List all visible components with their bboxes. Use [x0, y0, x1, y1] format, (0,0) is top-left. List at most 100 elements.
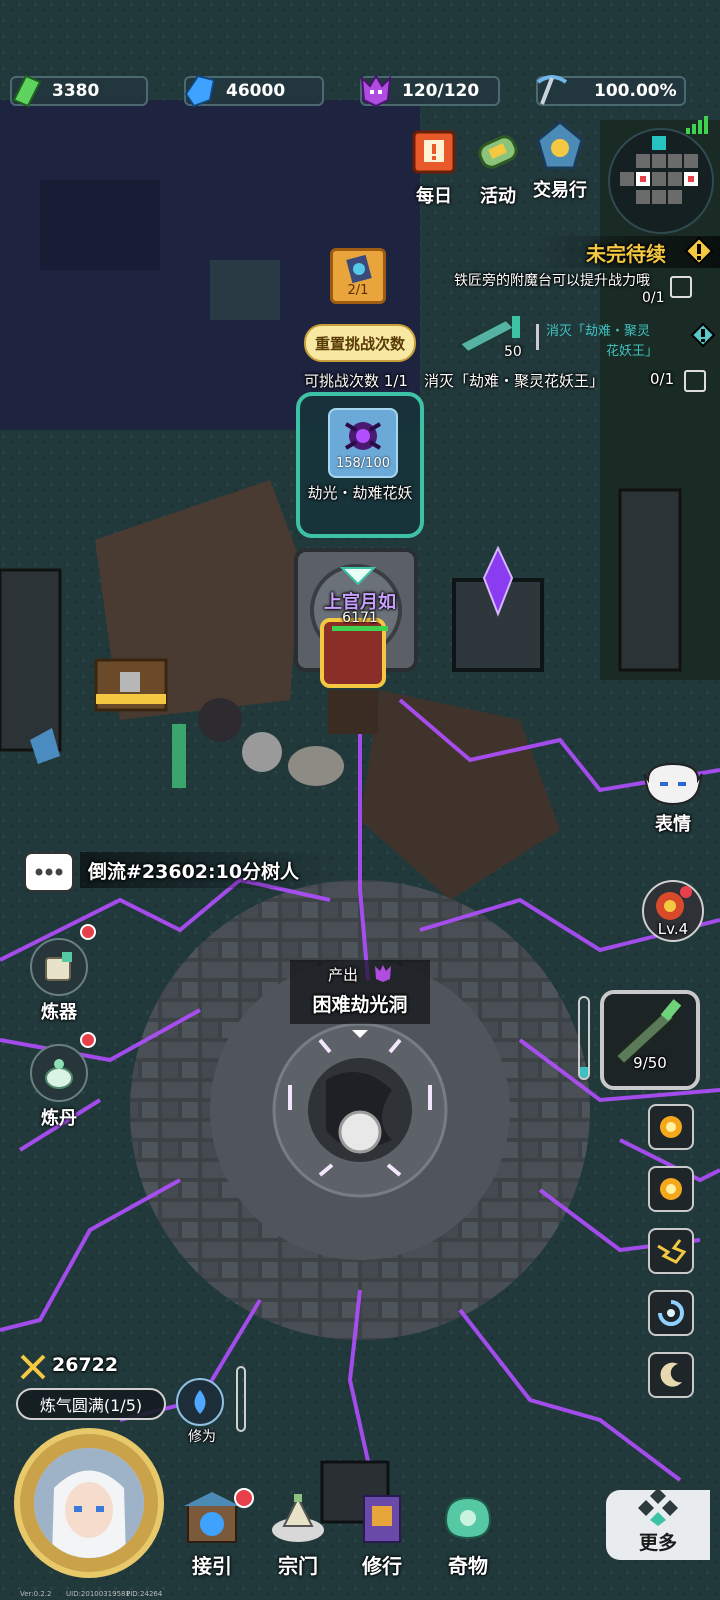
weapon-count: 9/50	[633, 1054, 667, 1072]
charge-gauge	[578, 996, 590, 1080]
purple-demon-icon	[360, 74, 392, 108]
cultivation-orb	[176, 1378, 224, 1426]
resource-rate[interactable]: 100.00%	[536, 75, 686, 106]
resource-spirit-stone-value: 46000	[226, 81, 286, 101]
resource-rate-value: 100.00%	[594, 81, 677, 101]
quest-line1: 铁匠旁的附魔台可以提升战力哦	[454, 273, 650, 289]
quest-line2-checkbox[interactable]	[684, 370, 706, 392]
footer-pid: PID:24264	[126, 1590, 163, 1598]
skill-slot-3[interactable]	[648, 1228, 694, 1274]
charge-gauge-fill	[580, 1066, 588, 1078]
emote-label: 表情	[655, 814, 691, 835]
purple-demon-icon	[375, 965, 391, 982]
quest-target-divider	[536, 324, 539, 350]
resource-jade-value: 3380	[52, 81, 100, 101]
chat-bubble-icon[interactable]	[24, 852, 74, 892]
minimap-rooms	[620, 136, 698, 204]
nav-treasure[interactable]: 奇物	[428, 1490, 508, 1579]
reset-challenge-button[interactable]: 重置挑战次数	[304, 324, 416, 362]
footer-version: Ver:0.2.2	[20, 1590, 52, 1598]
boss-card[interactable]: 158/100 劫光・劫难花妖	[296, 392, 424, 538]
crossed-swords-icon	[20, 1354, 46, 1380]
dungeon-pointer-icon	[352, 1030, 368, 1038]
resource-energy[interactable]: 120/120	[360, 74, 500, 108]
water-drop-icon	[194, 1390, 206, 1414]
more-button[interactable]: 更多	[606, 1488, 710, 1560]
resource-energy-value: 120/120	[402, 81, 480, 101]
sect-icon	[272, 1494, 324, 1542]
daily-button-label: 每日	[416, 186, 452, 207]
dungeon-produce-label: 产出	[328, 966, 359, 984]
more-label: 更多	[638, 1532, 677, 1554]
event-button-label: 活动	[480, 186, 516, 207]
blue-crystal-icon	[184, 74, 216, 108]
event-button[interactable]: 活动	[466, 126, 530, 208]
warning-icon	[684, 236, 714, 266]
quest-target-label: 消灭「劫难・聚灵	[546, 324, 651, 339]
pet-level: Lv.4	[657, 920, 689, 938]
forge-label: 炼器	[41, 1002, 77, 1023]
alchemy-icon	[45, 1059, 73, 1089]
trade-button-label: 交易行	[533, 180, 587, 201]
warning-icon-2	[690, 322, 716, 348]
boss-count: 158/100	[335, 456, 390, 471]
quest-line2: 消灭「劫难・聚灵花妖王」	[424, 372, 605, 390]
alchemy-button[interactable]: 炼丹	[24, 1044, 94, 1130]
summon-notification-dot	[234, 1488, 254, 1508]
green-crystal-icon	[12, 74, 42, 108]
nav-cultivation-label: 修行	[362, 1554, 402, 1578]
daily-button[interactable]: 每日	[402, 126, 466, 208]
skill-slot-4[interactable]	[648, 1290, 694, 1336]
forge-icon	[45, 952, 72, 981]
quest-line2-progress: 0/1	[650, 370, 675, 388]
realm-badge[interactable]: 炼气圆满(1/5)	[16, 1388, 166, 1420]
challenge-remaining: 可挑战次数 1/1	[304, 372, 408, 390]
target-arrow-icon	[340, 567, 376, 586]
cultivation-gauge	[236, 1366, 246, 1432]
player-hp-bar	[332, 626, 388, 631]
signal-icon	[686, 116, 708, 134]
event-scroll-icon	[478, 135, 518, 169]
quest-line1-progress: 0/1	[642, 290, 665, 306]
minimap[interactable]	[608, 128, 714, 234]
chat-message-bar[interactable]: 倒流#23602:10分树人	[80, 852, 340, 888]
alchemy-notification-dot	[80, 1032, 96, 1048]
cultivation-book-icon	[363, 1495, 401, 1543]
reset-challenge-label: 重置挑战次数	[314, 334, 405, 353]
nav-treasure-label: 奇物	[448, 1554, 488, 1578]
nav-sect[interactable]: 宗门	[258, 1490, 338, 1579]
pickaxe-icon	[536, 75, 568, 105]
forge-button[interactable]: 炼器	[24, 938, 94, 1024]
quest-target-label-2: 花妖王」	[606, 344, 659, 359]
pet-level-button[interactable]: Lv.4	[642, 880, 704, 942]
nav-summon-label: 接引	[192, 1554, 232, 1578]
boss-name: 劫光・劫难花妖	[307, 484, 413, 502]
reward-count: 50	[504, 344, 522, 360]
dungeon-label-box[interactable]: 产出 困难劫光洞	[290, 960, 430, 1024]
trade-button[interactable]: 交易行	[526, 120, 594, 202]
challenge-ticket[interactable]: 2/1	[330, 248, 386, 304]
cultivation-button[interactable]: 修为	[176, 1378, 228, 1446]
fire-orb-icon	[660, 1178, 682, 1200]
moon-swirl-icon	[660, 1362, 682, 1387]
skill-slot-2[interactable]	[648, 1166, 694, 1212]
skill-slot-1[interactable]	[648, 1104, 694, 1150]
alchemy-label: 炼丹	[41, 1108, 77, 1129]
nav-cultivation[interactable]: 修行	[342, 1490, 422, 1579]
player-avatar[interactable]	[14, 1428, 164, 1578]
lightning-swirl-icon	[657, 1239, 687, 1264]
avatar-inner	[34, 1448, 144, 1558]
weapon-slot[interactable]: 9/50	[600, 990, 700, 1090]
treasure-icon	[444, 1496, 492, 1540]
resource-spirit-stone[interactable]: 46000	[184, 74, 324, 108]
resource-jade[interactable]: 3380	[10, 74, 148, 108]
footer-uid: UID:20100319581	[66, 1590, 130, 1598]
demon-flower-icon	[344, 422, 382, 450]
cultivation-label: 修为	[188, 1429, 216, 1445]
emote-button[interactable]: 表情	[640, 760, 706, 836]
chat-message: 倒流#23602:10分树人	[88, 860, 300, 883]
emote-face-icon	[643, 762, 703, 806]
quest-line1-checkbox[interactable]	[670, 276, 692, 298]
quest-header: 未完待续	[586, 242, 666, 266]
skill-slot-5[interactable]	[648, 1352, 694, 1398]
